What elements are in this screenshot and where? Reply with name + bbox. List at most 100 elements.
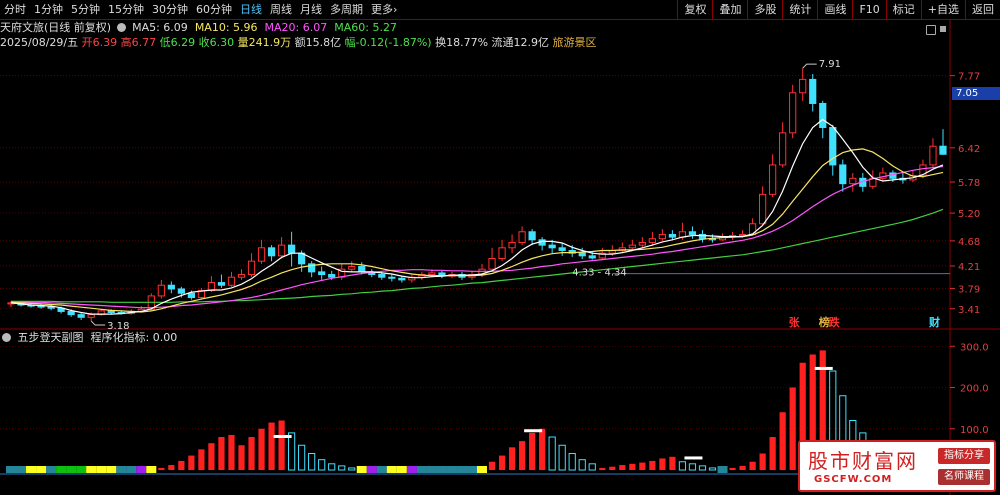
- indicator-bar: [678, 461, 687, 471]
- candle-body: [758, 193, 767, 225]
- candle-body: [508, 241, 516, 249]
- sub-tick-label: 200.0: [960, 384, 989, 395]
- indicator-base-bar: [66, 466, 77, 473]
- main-tick-label: 4.68: [958, 237, 980, 248]
- candle-body: [558, 247, 566, 251]
- indicator-bar: [729, 467, 736, 470]
- candle-body: [819, 102, 827, 129]
- candle-body: [488, 258, 496, 270]
- current-price-tag: 7.05: [952, 87, 1000, 100]
- candle-body: [588, 255, 596, 259]
- candle-body: [67, 310, 75, 316]
- indicator-bar: [168, 465, 175, 470]
- indicator-bar: [498, 455, 506, 470]
- candle-body: [638, 241, 646, 246]
- watermark-tag-courses: 名师课程: [938, 469, 990, 485]
- candle-body: [37, 305, 45, 308]
- candle-body: [548, 244, 556, 249]
- indicator-peak-marker: [273, 435, 292, 438]
- indicator-bar: [238, 445, 245, 470]
- indicator-bar: [298, 444, 306, 471]
- indicator-peak-marker: [524, 429, 543, 433]
- candle-body: [809, 78, 817, 104]
- indicator-gear-icon[interactable]: [2, 333, 11, 342]
- indicator-base-bar: [46, 466, 57, 473]
- indicator-bar: [739, 465, 746, 470]
- indicator-bar: [268, 422, 275, 470]
- candle-body: [578, 252, 586, 257]
- indicator-bar: [198, 449, 205, 470]
- candle-body: [187, 292, 196, 299]
- indicator-bar: [649, 460, 656, 470]
- main-tick-label: 5.78: [958, 178, 980, 189]
- candle-body: [398, 277, 406, 281]
- indicator-bar: [609, 466, 616, 470]
- indicator-bar: [287, 432, 296, 471]
- indicator-bar: [599, 467, 606, 470]
- main-tick-label: 6.42: [958, 144, 980, 155]
- indicator-base-bar: [106, 466, 117, 473]
- main-tick-label: 4.21: [958, 262, 980, 273]
- indicator-bar: [548, 436, 556, 471]
- indicator-base-bar: [477, 466, 488, 473]
- candle-body: [688, 231, 697, 235]
- chart-canvas: 7.77 6.42 5.78 5.20 4.68 4.21 3.79 3.41 300.0 200…: [0, 20, 1000, 495]
- candle-body: [257, 247, 266, 262]
- indicator-base-bar: [446, 466, 457, 473]
- indicator-bar: [158, 467, 165, 470]
- indicator-base-bar: [436, 466, 447, 473]
- indicator-name[interactable]: 五步登天副图: [18, 331, 84, 344]
- candle-body: [358, 266, 366, 273]
- indicator-bar: [639, 462, 646, 470]
- candle-body: [277, 244, 286, 257]
- indicator-bar: [779, 412, 786, 470]
- candle-body: [648, 238, 656, 243]
- candle-body: [789, 92, 797, 134]
- indicator-base-bar: [6, 466, 17, 473]
- indicator-peak-marker: [814, 366, 833, 370]
- annotation-label: 4.33 - 4.34: [572, 268, 627, 279]
- candle-body: [668, 233, 677, 238]
- watermark-title: 股市财富网: [808, 449, 918, 473]
- sub-tick-label: 100.0: [960, 425, 989, 436]
- candle-body: [658, 233, 667, 240]
- indicator-base-bar: [386, 466, 397, 473]
- indicator-bar: [539, 428, 546, 470]
- indicator-bar: [529, 432, 536, 470]
- annotation-leader: [802, 63, 817, 69]
- candle-body: [328, 274, 336, 278]
- indicator-value: 程序化指标: 0.00: [90, 331, 178, 344]
- candle-body: [849, 177, 857, 185]
- candle-body: [518, 231, 526, 243]
- indicator-bar: [308, 453, 316, 471]
- indicator-base-bar: [126, 466, 137, 473]
- watermark-logo: 股市财富网 GSCFW.COM 指标分享 名师课程: [798, 440, 996, 492]
- candle-body: [237, 274, 246, 278]
- indicator-base-bar: [26, 466, 37, 473]
- candle-body: [738, 233, 747, 237]
- indicator-base-bar: [396, 466, 407, 473]
- candle-body: [498, 247, 506, 260]
- annotation-leader: [90, 320, 106, 326]
- indicator-bar: [248, 437, 255, 470]
- indicator-bar: [218, 437, 225, 470]
- indicator-bar: [688, 463, 697, 471]
- indicator-bar: [518, 441, 526, 470]
- candle-body: [217, 282, 226, 286]
- ma10-line: [10, 148, 944, 313]
- ma5-line: [10, 118, 944, 315]
- indicator-base-bar: [36, 466, 47, 473]
- indicator-bar: [629, 463, 636, 470]
- indicator-bar: [258, 428, 265, 470]
- indicator-base-bar: [466, 466, 477, 473]
- indicator-bar: [348, 467, 356, 471]
- indicator-bar: [558, 444, 566, 471]
- indicator-bar: [338, 465, 346, 471]
- indicator-bar: [669, 456, 676, 470]
- candle-body: [207, 282, 216, 292]
- candle-body: [318, 271, 326, 276]
- indicator-bar: [759, 453, 766, 470]
- indicator-bar: [698, 465, 707, 471]
- watermark-url: GSCFW.COM: [814, 474, 893, 485]
- indicator-base-bar: [356, 466, 367, 473]
